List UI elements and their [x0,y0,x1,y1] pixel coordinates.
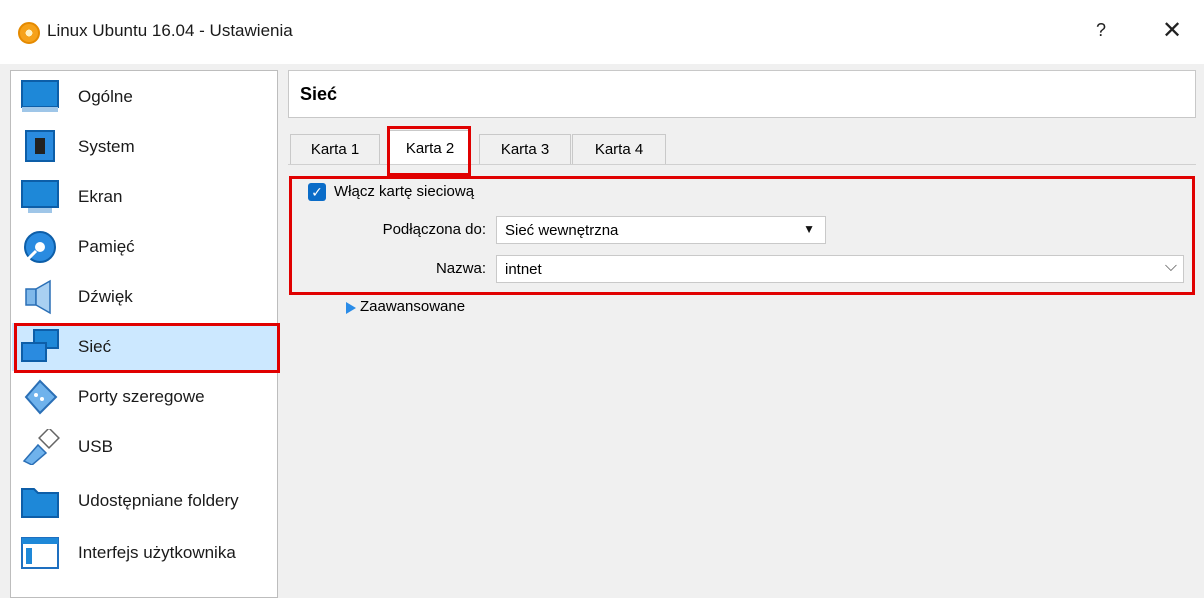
general-monitor-icon [21,80,59,112]
sidebar-item-user-interface[interactable]: Interfejs użytkownika [12,529,278,577]
expand-arrow-icon[interactable] [346,302,356,314]
sidebar-item-label: Ogólne [78,87,133,106]
dropdown-arrow-icon: ▼ [803,222,815,236]
sidebar-item-audio[interactable]: Dźwięk [12,273,278,321]
sidebar-item-label: Ekran [78,187,123,206]
help-button[interactable]: ? [1096,20,1106,41]
enable-adapter-checkbox[interactable]: ✓ [308,183,326,201]
close-button[interactable]: ✕ [1162,16,1182,45]
sidebar-item-label: USB [78,437,113,456]
network-name-combobox[interactable]: intnet ⌵ [496,255,1184,283]
attached-to-value: Sieć wewnętrzna [505,221,619,239]
sidebar-item-label: Sieć [78,337,112,356]
name-label: Nazwa: [435,260,486,277]
settings-sidebar: Ogólne System Ekran Pamięć Dźwięk Sieć P… [10,70,278,598]
sidebar-item-label: Dźwięk [78,287,133,306]
chip-icon [25,130,55,162]
tab-adapter-3[interactable]: Karta 3 [479,134,571,164]
tab-adapter-4[interactable]: Karta 4 [572,134,666,164]
enable-adapter-label: Włącz kartę sieciową [334,183,475,200]
sidebar-item-label: Interfejs użytkownika [78,543,236,562]
page-title: Sieć [300,84,338,104]
tab-adapter-1[interactable]: Karta 1 [290,134,380,164]
sidebar-item-label: Pamięć [78,237,135,256]
panel-header: Sieć [288,70,1196,118]
sidebar-item-storage[interactable]: Pamięć [12,223,278,271]
tab-adapter-2[interactable]: Karta 2 [389,130,471,165]
serial-port-icon [24,379,58,415]
virtualbox-app-icon [18,22,40,44]
sidebar-item-label: System [78,137,135,156]
sidebar-item-shared-folders[interactable]: Udostępniane foldery [12,477,278,525]
title-bar: Linux Ubuntu 16.04 - Ustawienia ? ✕ [0,0,1204,64]
ui-window-icon [21,537,59,569]
chevron-down-icon: ⌵ [1164,258,1177,275]
window-title: Linux Ubuntu 16.04 - Ustawienia [47,21,293,40]
display-icon [21,180,59,213]
usb-icon [22,429,60,465]
settings-panel: Sieć Karta 1 Karta 2 Karta 3 Karta 4 ✓ W… [288,70,1204,598]
storage-disk-icon [24,231,56,263]
network-name-value: intnet [505,260,542,278]
folder-icon [21,488,59,518]
sidebar-item-label: Udostępniane foldery [78,491,239,510]
sidebar-item-label: Porty szeregowe [78,387,205,406]
sidebar-item-general[interactable]: Ogólne [12,73,278,121]
attached-to-label: Podłączona do: [382,221,486,238]
speaker-icon [25,279,51,315]
sidebar-item-serial-ports[interactable]: Porty szeregowe [12,373,278,421]
sidebar-item-network[interactable]: Sieć [12,323,278,371]
advanced-toggle[interactable]: Zaawansowane [360,298,465,315]
sidebar-item-system[interactable]: System [12,123,278,171]
attached-to-select[interactable]: Sieć wewnętrzna ▼ [496,216,826,244]
sidebar-item-usb[interactable]: USB [12,423,278,471]
sidebar-item-display[interactable]: Ekran [12,173,278,221]
network-icon [21,329,59,362]
